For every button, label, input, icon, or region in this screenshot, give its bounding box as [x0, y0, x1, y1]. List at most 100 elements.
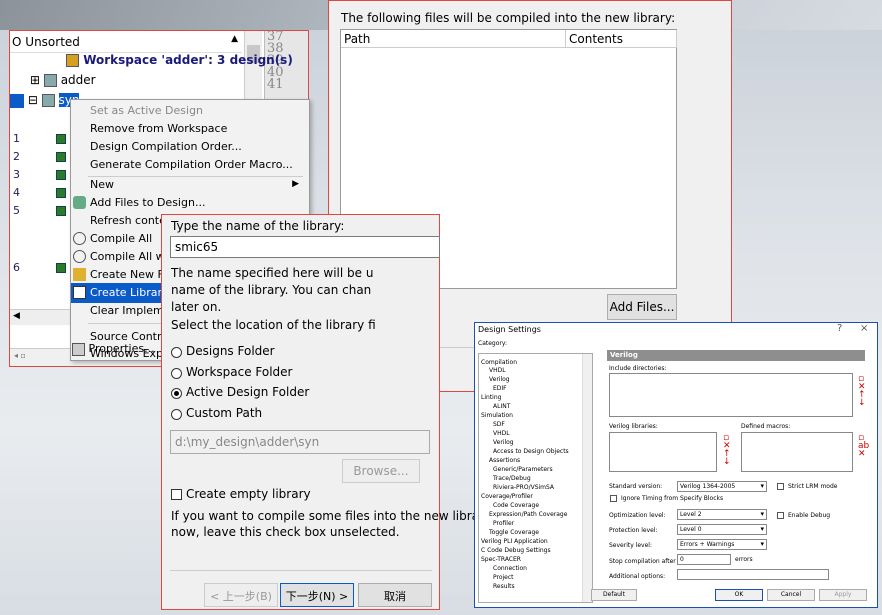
tree-item[interactable]: Verilog	[493, 439, 514, 446]
std-version-select[interactable]: Verilog 1364-2005	[677, 481, 767, 492]
tree-item[interactable]: Coverage/Profiler	[481, 493, 533, 500]
note-line: The name specified here will be u	[171, 266, 374, 280]
menu-compile-order[interactable]: Design Compilation Order...	[71, 137, 309, 157]
tree-item[interactable]: Trace/Debug	[493, 475, 531, 482]
enable-debug-checkbox[interactable]	[777, 512, 784, 519]
design-icon	[43, 74, 57, 87]
back-button[interactable]: < 上一步(B)	[204, 583, 278, 607]
tab-arrow-icon[interactable]: ◂ ▫	[14, 351, 26, 360]
apply-button[interactable]: Apply	[819, 589, 867, 601]
tree-item[interactable]: Access to Design Objects	[493, 448, 569, 455]
defined-macros-list[interactable]	[741, 432, 853, 472]
cancel-button[interactable]: 取消	[358, 583, 432, 607]
menu-set-active[interactable]: Set as Active Design	[71, 101, 309, 121]
sort-header[interactable]: O Unsorted ▲	[10, 31, 242, 53]
col-path[interactable]: Path	[341, 30, 566, 48]
libs-side-icons[interactable]: ▫ ✕ ↑ ↓	[723, 434, 731, 467]
tree-item[interactable]: Connection	[493, 565, 527, 572]
radio-workspace-folder[interactable]	[171, 368, 182, 379]
menu-new[interactable]: New ▶	[71, 175, 309, 195]
verilog-libs-list[interactable]	[609, 432, 717, 472]
enable-debug-label: Enable Debug	[788, 512, 831, 519]
default-button[interactable]: Default	[591, 589, 637, 601]
ignore-timing-checkbox[interactable]	[610, 495, 617, 502]
option-label[interactable]: Designs Folder	[186, 344, 275, 358]
stop-after-input[interactable]: 0	[677, 554, 731, 565]
design-icon	[41, 94, 55, 107]
help-icon[interactable]: ?	[837, 323, 842, 334]
menu-gen-macro[interactable]: Generate Compilation Order Macro...	[71, 155, 309, 175]
tree-item[interactable]: C Code Debug Settings	[481, 547, 551, 554]
tree-item[interactable]: Riviera-PRO/VSimSA	[493, 484, 554, 491]
severity-select[interactable]: Errors + Warnings	[677, 539, 767, 550]
include-dirs-list[interactable]	[609, 373, 853, 417]
menu-properties[interactable]: Properties...	[72, 342, 155, 356]
properties-icon	[72, 342, 85, 356]
tree-item[interactable]: Results	[493, 583, 515, 590]
close-icon[interactable]: ×	[860, 323, 868, 334]
radio-custom-path[interactable]	[171, 409, 182, 420]
tree-item[interactable]: Simulation	[481, 412, 513, 419]
row-number: 1	[13, 132, 20, 145]
tree-scrollbar[interactable]	[582, 354, 592, 602]
tree-item[interactable]: Profiler	[493, 520, 514, 527]
include-dirs-label: Include directories:	[609, 365, 667, 372]
tree-item[interactable]: Generic/Parameters	[493, 466, 553, 473]
col-contents[interactable]: Contents	[566, 30, 677, 48]
severity-label: Severity level:	[609, 542, 652, 549]
scroll-up-icon[interactable]: ▲	[231, 34, 238, 44]
tree-item[interactable]: Assertions	[489, 457, 520, 464]
design-row-adder[interactable]: ⊞ adder	[30, 73, 96, 91]
tree-item[interactable]: Project	[493, 574, 514, 581]
additional-options-input[interactable]	[677, 569, 829, 580]
compile-with-icon	[73, 250, 86, 263]
library-name-input[interactable]: smic65	[170, 236, 440, 258]
strict-lrm-checkbox[interactable]	[777, 483, 784, 490]
workspace-label: Workspace 'adder': 3 design(s)	[83, 53, 293, 67]
selection-marker	[10, 93, 24, 108]
option-label[interactable]: Custom Path	[186, 406, 262, 420]
name-prompt: Type the name of the library:	[171, 219, 345, 233]
category-tree[interactable]: Compilation VHDL Verilog EDIF Linting AL…	[478, 353, 593, 603]
menu-remove[interactable]: Remove from Workspace	[71, 119, 309, 139]
include-side-icons[interactable]: ▫ ✕ ↑ ↓	[858, 375, 866, 408]
ok-button[interactable]: OK	[715, 589, 763, 601]
tree-item[interactable]: VHDL	[489, 367, 506, 374]
menu-add-files[interactable]: Add Files to Design...	[71, 193, 309, 213]
custom-path-input[interactable]: d:\my_design\adder\syn	[170, 430, 430, 454]
file-icon	[56, 134, 66, 144]
tree-item[interactable]: ALINT	[493, 403, 510, 410]
tree-item[interactable]: Verilog PLI Application	[481, 538, 548, 545]
cancel-button[interactable]: Cancel	[767, 589, 815, 601]
tree-item[interactable]: Spec-TRACER	[481, 556, 521, 563]
tree-item[interactable]: SDF	[493, 421, 505, 428]
prot-level-label: Protection level:	[609, 527, 658, 534]
divider	[170, 570, 432, 571]
note-line: later on.	[171, 300, 222, 314]
radio-designs-folder[interactable]	[171, 347, 182, 358]
prot-level-select[interactable]: Level 0	[677, 524, 767, 535]
empty-library-label[interactable]: Create empty library	[186, 487, 311, 501]
option-label[interactable]: Active Design Folder	[186, 385, 309, 399]
verilog-libs-label: Verilog libraries:	[609, 423, 658, 430]
tree-item[interactable]: Linting	[481, 394, 501, 401]
tree-item[interactable]: Code Coverage	[493, 502, 539, 509]
next-button[interactable]: 下一步(N) >	[280, 583, 354, 607]
add-files-button[interactable]: Add Files...	[607, 294, 677, 320]
opt-level-label: Optimization level:	[609, 512, 666, 519]
tree-item[interactable]: VHDL	[493, 430, 510, 437]
empty-library-checkbox[interactable]	[171, 489, 182, 500]
tree-item[interactable]: Compilation	[481, 359, 517, 366]
workspace-row[interactable]: Workspace 'adder': 3 design(s)	[66, 53, 293, 71]
macros-side-icons[interactable]: ▫ ab ✕	[858, 434, 869, 459]
scroll-left-icon[interactable]: ◀	[13, 311, 20, 321]
tree-item[interactable]: Expression/Path Coverage	[489, 511, 567, 518]
browse-button[interactable]: Browse...	[342, 459, 420, 483]
tree-item[interactable]: Toggle Coverage	[489, 529, 539, 536]
tree-item[interactable]: Verilog	[489, 376, 510, 383]
radio-active-design-folder[interactable]	[171, 388, 182, 399]
opt-level-select[interactable]: Level 2	[677, 509, 767, 520]
row-number: 5	[13, 204, 20, 217]
option-label[interactable]: Workspace Folder	[186, 365, 293, 379]
tree-item[interactable]: EDIF	[493, 385, 507, 392]
